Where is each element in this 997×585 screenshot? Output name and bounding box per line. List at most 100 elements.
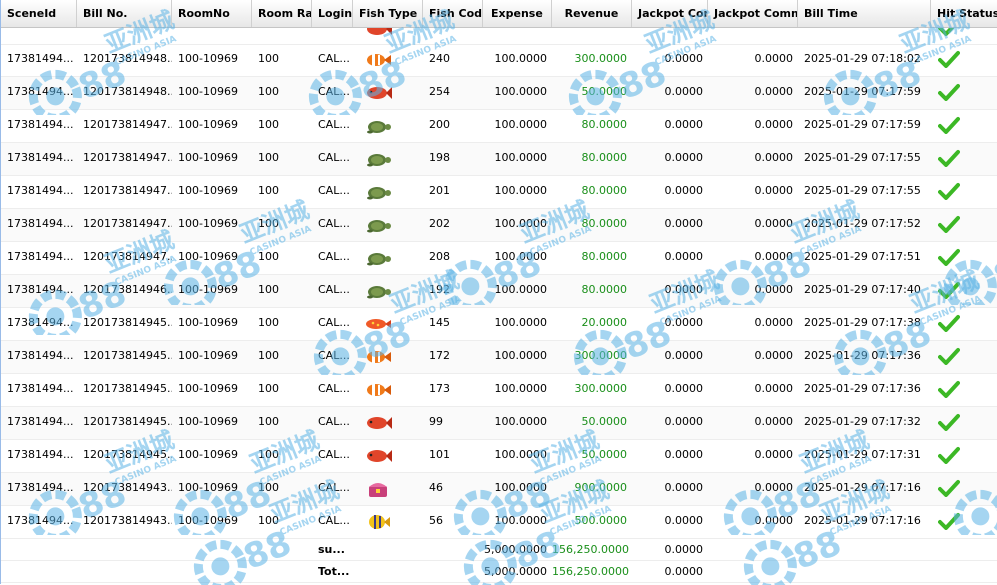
cell-login: CAL... bbox=[318, 448, 350, 461]
col-header-fish-type[interactable]: Fish Type bbox=[353, 0, 423, 27]
checkmark-icon bbox=[938, 216, 960, 233]
table-row[interactable]: 17381494... 120173814945... 100-10969 100 CA… bbox=[1, 341, 997, 374]
total-jackpot-con: 0.0000 bbox=[664, 565, 704, 578]
cell-revenue: 50.0000 bbox=[581, 415, 628, 428]
col-header-jackpot-comm[interactable]: Jackpot Comm bbox=[708, 0, 798, 27]
table-row[interactable]: 17381494... 120173814946... 100-10969 100 CA… bbox=[1, 275, 997, 308]
cell-revenue: 900.0000 bbox=[574, 481, 628, 494]
cell-room-rate: 100 bbox=[258, 250, 279, 263]
table-row[interactable]: 17381494... 120173814947... 100-10969 100 CA… bbox=[1, 176, 997, 209]
cell-revenue: 50.0000 bbox=[581, 448, 628, 461]
col-header-bill-time[interactable]: Bill Time bbox=[798, 0, 931, 27]
cell-bill-no: 120173814945... bbox=[83, 382, 172, 395]
table-row[interactable]: 17381494... 120173814948... 100-10969 100 CA… bbox=[1, 77, 997, 110]
cell-jackpot-con: 0.0000 bbox=[664, 250, 704, 263]
cell-room-no: 100-10969 bbox=[178, 184, 238, 197]
col-header-scene-id[interactable]: SceneId bbox=[1, 0, 77, 27]
cell-expense: 100.0000 bbox=[494, 481, 548, 494]
cell-fish-code: 208 bbox=[429, 250, 450, 263]
cell-jackpot-con: 0.0000 bbox=[664, 151, 704, 164]
checkmark-icon bbox=[938, 28, 955, 36]
total-revenue: 156,250.0000 bbox=[552, 565, 629, 578]
col-header-revenue[interactable]: Revenue bbox=[552, 0, 632, 27]
checkmark-icon bbox=[938, 315, 960, 332]
cell-jackpot-comm: 0.0000 bbox=[754, 283, 794, 296]
table-row[interactable]: 17381494... 120173814945... 100-10969 100 CA… bbox=[1, 308, 997, 341]
cell-room-rate: 100 bbox=[258, 448, 279, 461]
cell-bill-no: 120173814948... bbox=[83, 52, 172, 65]
cell-jackpot-comm: 0.0000 bbox=[754, 349, 794, 362]
cell-fish-code: 145 bbox=[429, 316, 450, 329]
table-row[interactable]: 17381494... 120173814948... 100-10969 100 CA… bbox=[1, 44, 997, 77]
cell-jackpot-con: 0.0000 bbox=[664, 85, 704, 98]
cell-login: CAL... bbox=[318, 415, 350, 428]
cell-bill-no: 120173814943... bbox=[83, 514, 172, 527]
cell-bill-no: 120173814947... bbox=[83, 151, 172, 164]
cell-room-rate: 100 bbox=[258, 217, 279, 230]
col-header-login[interactable]: Login bbox=[312, 0, 353, 27]
cell-jackpot-con: 0.0000 bbox=[664, 118, 704, 131]
cell-bill-time: 2025-01-29 07:17:51 bbox=[804, 250, 921, 263]
table-row[interactable]: 17381494... 120173814945... 100-10969 100 CA… bbox=[1, 407, 997, 440]
cell-jackpot-con: 0.0000 bbox=[664, 382, 704, 395]
cell-jackpot-comm: 0.0000 bbox=[754, 52, 794, 65]
total-label: Tot... bbox=[318, 565, 350, 578]
table-row[interactable]: 17381494... 120173814947... 100-10969 100 CA… bbox=[1, 143, 997, 176]
turtle-icon bbox=[367, 154, 391, 167]
total-row: Tot... 5,000.0000 156,250.0000 0.0000 bbox=[1, 561, 997, 583]
cell-room-rate: 100 bbox=[258, 52, 279, 65]
cell-bill-time: 2025-01-29 07:17:16 bbox=[804, 481, 921, 494]
cell-scene-id: 17381494... bbox=[7, 85, 74, 98]
cell-bill-no: 120173814948... bbox=[83, 85, 172, 98]
cell-login: CAL... bbox=[318, 118, 350, 131]
cell-room-no: 100-10969 bbox=[178, 448, 238, 461]
cell-bill-no: 120173814945... bbox=[83, 415, 172, 428]
table-row-partial[interactable] bbox=[1, 28, 997, 45]
cell-room-rate: 100 bbox=[258, 514, 279, 527]
col-header-room-no[interactable]: RoomNo bbox=[172, 0, 252, 27]
col-header-bill-no[interactable]: Bill No. bbox=[77, 0, 172, 27]
table-row[interactable]: 17381494... 120173814943... 100-10969 100 CA… bbox=[1, 506, 997, 539]
checkmark-icon bbox=[938, 282, 960, 299]
col-header-fish-code[interactable]: Fish Code bbox=[423, 0, 483, 27]
cell-room-no: 100-10969 bbox=[178, 481, 238, 494]
spotted-fish-icon bbox=[366, 319, 391, 329]
cell-revenue: 500.0000 bbox=[574, 514, 628, 527]
col-header-jackpot-con[interactable]: Jackpot Con bbox=[632, 0, 708, 27]
cell-room-rate: 100 bbox=[258, 481, 279, 494]
cell-revenue: 80.0000 bbox=[581, 118, 628, 131]
clownfish-icon bbox=[367, 384, 391, 396]
checkmark-icon bbox=[938, 480, 960, 497]
cell-expense: 100.0000 bbox=[494, 448, 548, 461]
cell-expense: 100.0000 bbox=[494, 382, 548, 395]
cell-expense: 100.0000 bbox=[494, 349, 548, 362]
col-header-hit-status[interactable]: Hit Status bbox=[931, 0, 997, 27]
col-header-expense[interactable]: Expense bbox=[483, 0, 552, 27]
turtle-icon bbox=[367, 187, 391, 200]
checkmark-icon bbox=[938, 117, 960, 134]
turtle-icon bbox=[367, 253, 391, 266]
summary-revenue: 156,250.0000 bbox=[552, 543, 629, 556]
table-row[interactable]: 17381494... 120173814943... 100-10969 100 CA… bbox=[1, 473, 997, 506]
col-header-room-rate[interactable]: Room Rat bbox=[252, 0, 312, 27]
table-row[interactable]: 17381494... 120173814945... 100-10969 100 CA… bbox=[1, 440, 997, 473]
table-row[interactable]: 17381494... 120173814947... 100-10969 100 CA… bbox=[1, 242, 997, 275]
cell-scene-id: 17381494... bbox=[7, 316, 74, 329]
cell-scene-id: 17381494... bbox=[7, 514, 74, 527]
cell-bill-time: 2025-01-29 07:17:31 bbox=[804, 448, 921, 461]
cell-scene-id: 17381494... bbox=[7, 52, 74, 65]
cell-fish-code: 254 bbox=[429, 85, 450, 98]
cell-revenue: 80.0000 bbox=[581, 217, 628, 230]
cell-bill-no: 120173814945... bbox=[83, 448, 172, 461]
table-row[interactable]: 17381494... 120173814945... 100-10969 100 CA… bbox=[1, 374, 997, 407]
checkmark-icon bbox=[938, 249, 960, 266]
cell-revenue: 300.0000 bbox=[574, 52, 628, 65]
cell-room-no: 100-10969 bbox=[178, 217, 238, 230]
table-row[interactable]: 17381494... 120173814947... 100-10969 100 CA… bbox=[1, 209, 997, 242]
cell-login: CAL... bbox=[318, 151, 350, 164]
checkmark-icon bbox=[938, 414, 960, 431]
cell-bill-time: 2025-01-29 07:17:55 bbox=[804, 184, 921, 197]
table-row[interactable]: 17381494... 120173814947... 100-10969 100 CA… bbox=[1, 110, 997, 143]
cell-bill-no: 120173814947... bbox=[83, 250, 172, 263]
cell-jackpot-comm: 0.0000 bbox=[754, 481, 794, 494]
